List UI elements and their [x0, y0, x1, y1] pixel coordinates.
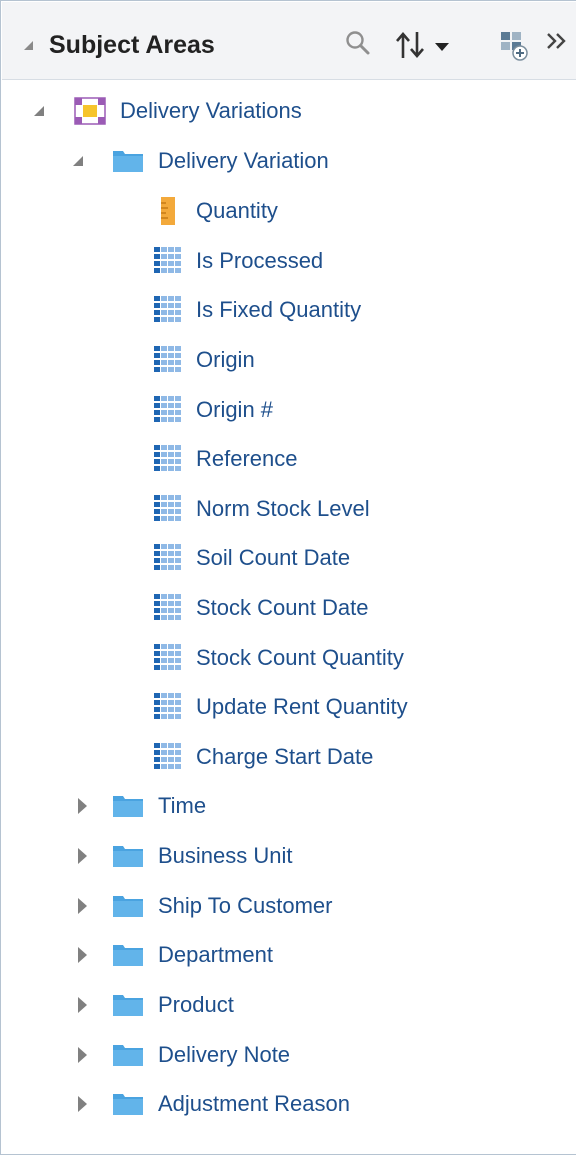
add-subject-area-icon[interactable]: [498, 24, 534, 64]
collapse-triangle-icon[interactable]: [24, 41, 33, 50]
folder-icon: [112, 991, 144, 1019]
tree-node-label: Business Unit: [158, 843, 293, 868]
tree-folder-ship-to-customer[interactable]: Ship To Customer: [1, 887, 576, 925]
tree-node-label: Ship To Customer: [158, 893, 333, 918]
tree-node-label: Product: [158, 992, 234, 1017]
tree-column-charge-start-date[interactable]: Charge Start Date: [1, 738, 576, 776]
collapsed-toggle-icon[interactable]: [75, 1096, 91, 1112]
attribute-column-icon: [151, 594, 183, 622]
attribute-column-icon: [151, 644, 183, 672]
collapsed-toggle-icon[interactable]: [75, 1047, 91, 1063]
folder-icon: [112, 941, 144, 969]
tree-node-label: Is Processed: [196, 248, 324, 273]
collapsed-toggle-icon[interactable]: [75, 997, 91, 1013]
tree-column-origin-number[interactable]: Origin #: [1, 391, 576, 429]
folder-icon: [112, 147, 144, 175]
attribute-column-icon: [151, 544, 183, 572]
expand-panel-icon[interactable]: [544, 24, 574, 64]
attribute-column-icon: [151, 247, 183, 275]
attribute-column-icon: [151, 396, 183, 424]
tree-folder-delivery-variation[interactable]: Delivery Variation: [1, 142, 576, 180]
tree-folder-business-unit[interactable]: Business Unit: [1, 837, 576, 875]
folder-icon: [112, 1041, 144, 1069]
tree-column-reference[interactable]: Reference: [1, 440, 576, 478]
tree-node-label: Charge Start Date: [196, 744, 374, 769]
attribute-column-icon: [151, 296, 183, 324]
tree-node-label: Adjustment Reason: [158, 1091, 350, 1116]
expanded-toggle-icon[interactable]: [34, 103, 50, 119]
folder-icon: [112, 892, 144, 920]
tree-node-label: Soil Count Date: [196, 545, 351, 570]
tree-node-label: Update Rent Quantity: [196, 694, 408, 719]
tree-column-stock-count-date[interactable]: Stock Count Date: [1, 589, 576, 627]
subject-areas-panel: Subject Areas Delivery Variations Delive…: [0, 0, 576, 1155]
tree-node-label: Delivery Variation: [158, 148, 329, 173]
attribute-column-icon: [151, 693, 183, 721]
tree-node-label: Is Fixed Quantity: [196, 297, 362, 322]
tree-column-soil-count-date[interactable]: Soil Count Date: [1, 539, 576, 577]
panel-header: Subject Areas: [2, 2, 576, 80]
tree-column-update-rent-quantity[interactable]: Update Rent Quantity: [1, 688, 576, 726]
tree-folder-adjustment-reason[interactable]: Adjustment Reason: [1, 1085, 576, 1123]
sort-icon[interactable]: [395, 24, 467, 64]
tree-node-label: Stock Count Date: [196, 595, 369, 620]
tree-node-label: Origin: [196, 347, 255, 372]
tree-node-label: Origin #: [196, 397, 274, 422]
collapsed-toggle-icon[interactable]: [75, 898, 91, 914]
folder-icon: [112, 792, 144, 820]
tree-column-norm-stock-level[interactable]: Norm Stock Level: [1, 490, 576, 528]
collapsed-toggle-icon[interactable]: [75, 947, 91, 963]
measure-column-icon: [154, 197, 186, 225]
tree-node-label: Delivery Note: [158, 1042, 291, 1067]
search-icon[interactable]: [342, 24, 376, 64]
tree-node-label: Department: [158, 942, 273, 967]
tree-node-label: Norm Stock Level: [196, 496, 370, 521]
panel-title: Subject Areas: [49, 31, 215, 59]
tree-node-label: Time: [158, 793, 207, 818]
attribute-column-icon: [151, 743, 183, 771]
collapsed-toggle-icon[interactable]: [75, 848, 91, 864]
tree-node-label: Delivery Variations: [120, 98, 302, 123]
tree-column-is-fixed-quantity[interactable]: Is Fixed Quantity: [1, 291, 576, 329]
tree-node-root[interactable]: Delivery Variations: [1, 92, 576, 130]
tree-column-stock-count-quantity[interactable]: Stock Count Quantity: [1, 639, 576, 677]
tree-column-is-processed[interactable]: Is Processed: [1, 242, 576, 280]
tree-folder-delivery-note[interactable]: Delivery Note: [1, 1036, 576, 1074]
tree-folder-time[interactable]: Time: [1, 787, 576, 825]
tree-column-origin[interactable]: Origin: [1, 341, 576, 379]
tree-column-quantity[interactable]: Quantity: [1, 192, 576, 230]
attribute-column-icon: [151, 346, 183, 374]
tree-folder-department[interactable]: Department: [1, 936, 576, 974]
tree-folder-product[interactable]: Product: [1, 986, 576, 1024]
attribute-column-icon: [151, 495, 183, 523]
tree-node-label: Reference: [196, 446, 298, 471]
folder-icon: [112, 1090, 144, 1118]
expanded-toggle-icon[interactable]: [73, 153, 89, 169]
folder-icon: [112, 842, 144, 870]
attribute-column-icon: [151, 445, 183, 473]
tree-node-label: Quantity: [196, 198, 278, 223]
tree-node-label: Stock Count Quantity: [196, 645, 404, 670]
subject-area-icon: [74, 97, 106, 125]
collapsed-toggle-icon[interactable]: [75, 798, 91, 814]
